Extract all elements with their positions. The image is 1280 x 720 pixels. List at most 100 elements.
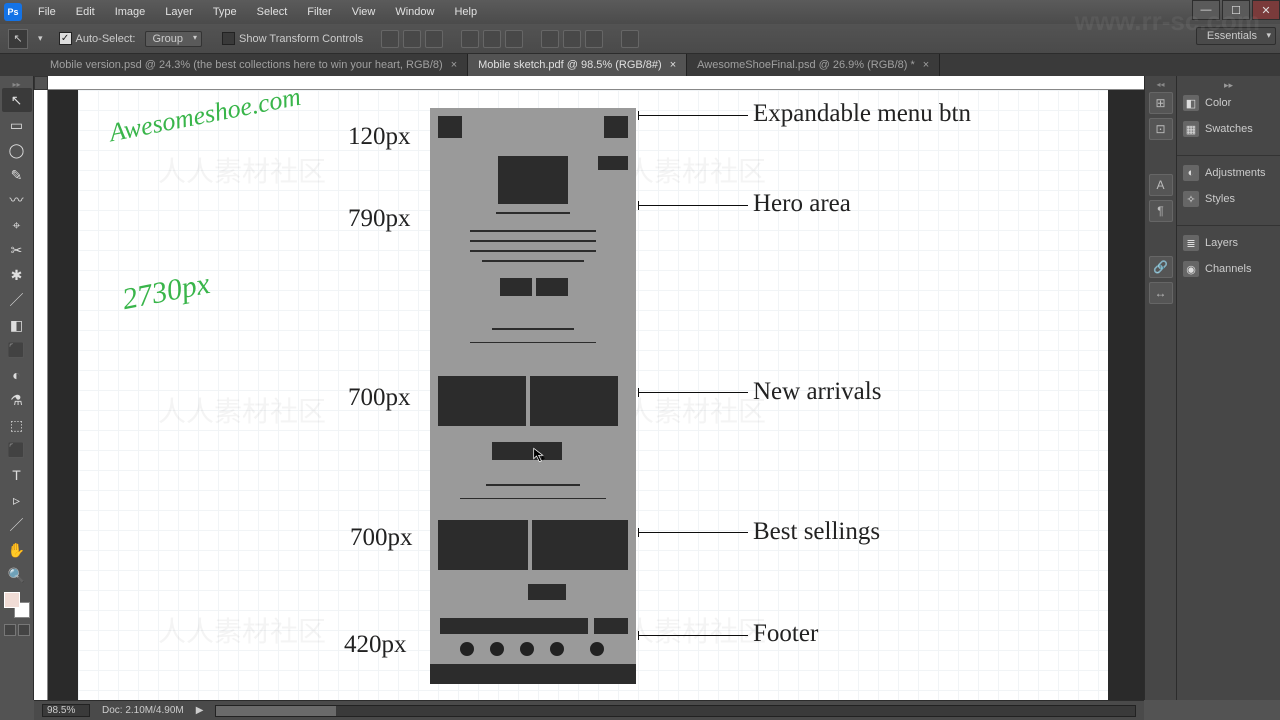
align-left-icon[interactable]	[381, 30, 399, 48]
stamp-tool[interactable]: ／	[2, 288, 32, 312]
type-tool[interactable]: T	[2, 463, 32, 487]
wireframe-menu-btn	[604, 116, 628, 138]
ruler-corner[interactable]	[34, 76, 48, 90]
align-right-icon[interactable]	[425, 30, 443, 48]
menu-edit[interactable]: Edit	[66, 0, 105, 24]
dock-collapse-icon[interactable]: ◂◂	[1145, 80, 1176, 88]
panels-collapse-icon[interactable]: ▸▸	[1177, 80, 1280, 90]
healing-tool[interactable]: ✂	[2, 238, 32, 262]
document-tab[interactable]: Mobile sketch.pdf @ 98.5% (RGB/8#) ×	[468, 54, 687, 76]
menu-select[interactable]: Select	[247, 0, 298, 24]
foreground-color[interactable]	[4, 592, 20, 608]
label-hero: Hero area	[753, 190, 851, 218]
close-icon[interactable]: ×	[670, 59, 676, 71]
pen-tool[interactable]: ⬛	[2, 438, 32, 462]
panel-styles[interactable]: ✧Styles	[1177, 186, 1280, 212]
shape-tool[interactable]: ／	[2, 513, 32, 537]
distribute-h-icon[interactable]	[541, 30, 559, 48]
menu-image[interactable]: Image	[105, 0, 156, 24]
wireframe-line	[496, 212, 570, 214]
panel-channels[interactable]: ◉Channels	[1177, 256, 1280, 282]
eraser-tool[interactable]: ⬛	[2, 338, 32, 362]
link-panel-icon[interactable]: 🔗	[1149, 256, 1173, 278]
gradient-tool[interactable]: ◐	[2, 363, 32, 387]
wireframe-arrival-1	[438, 376, 526, 426]
align-center-h-icon[interactable]	[403, 30, 421, 48]
ruler-horizontal[interactable]	[48, 76, 1144, 90]
crop-tool[interactable]: 〰	[2, 188, 32, 212]
arrange-group	[621, 30, 639, 48]
artboard[interactable]: 人人素材社区 人人素材社区 人人素材社区 人人素材社区 人人素材社区 人人素材社…	[78, 90, 1108, 700]
auto-select-checkbox[interactable]: ✓	[59, 32, 72, 45]
history-panel-icon[interactable]: ⊞	[1149, 92, 1173, 114]
wireframe-arrival-btn	[492, 442, 562, 460]
zoom-tool[interactable]: 🔍	[2, 563, 32, 587]
transform-panel-icon[interactable]: ↔	[1149, 282, 1173, 304]
horizontal-scrollbar[interactable]	[215, 705, 1136, 717]
wireframe-social-icon	[460, 642, 474, 656]
menu-view[interactable]: View	[342, 0, 386, 24]
close-icon[interactable]: ×	[923, 59, 929, 71]
close-icon[interactable]: ×	[451, 59, 457, 71]
wireframe-bestsell-2	[532, 520, 628, 570]
ruler-vertical[interactable]	[34, 90, 48, 700]
brush-tool[interactable]: ✱	[2, 263, 32, 287]
panel-adjustments[interactable]: ◐Adjustments	[1177, 160, 1280, 186]
wireframe-footer-bar2	[594, 618, 628, 634]
move-tool[interactable]: ↖	[2, 88, 32, 112]
menu-layer[interactable]: Layer	[155, 0, 203, 24]
distribute-v-icon[interactable]	[563, 30, 581, 48]
quickmask-icon[interactable]	[4, 624, 16, 636]
align-top-icon[interactable]	[461, 30, 479, 48]
scroll-thumb[interactable]	[216, 706, 336, 716]
toolbox-collapse-icon[interactable]: ▸▸	[0, 80, 33, 88]
lasso-tool[interactable]: ◯	[2, 138, 32, 162]
label-best-sellings: Best sellings	[753, 518, 880, 546]
toolbox: ▸▸ ↖ ▭ ◯ ✎ 〰 ⌖ ✂ ✱ ／ ◧ ⬛ ◐ ⚗ ⬚ ⬛ T ▹ ／ ✋…	[0, 76, 34, 700]
hand-tool[interactable]: ✋	[2, 538, 32, 562]
history-brush-tool[interactable]: ◧	[2, 313, 32, 337]
auto-select-mode-dropdown[interactable]: Group	[145, 31, 202, 47]
align-center-v-icon[interactable]	[483, 30, 501, 48]
canvas-area[interactable]: 人人素材社区 人人素材社区 人人素材社区 人人素材社区 人人素材社区 人人素材社…	[34, 76, 1144, 700]
dodge-tool[interactable]: ⬚	[2, 413, 32, 437]
path-select-tool[interactable]: ▹	[2, 488, 32, 512]
menu-window[interactable]: Window	[385, 0, 444, 24]
menu-help[interactable]: Help	[444, 0, 487, 24]
panel-color[interactable]: ◧Color	[1177, 90, 1280, 116]
label-menu: Expandable menu btn	[753, 100, 971, 128]
active-tool-indicator[interactable]: ↖	[8, 29, 28, 49]
zoom-field[interactable]: 98.5%	[42, 704, 90, 717]
menu-file[interactable]: File	[28, 0, 66, 24]
panel-layers[interactable]: ≣Layers	[1177, 230, 1280, 256]
eyedropper-tool[interactable]: ⌖	[2, 213, 32, 237]
properties-panel-icon[interactable]: ⊡	[1149, 118, 1173, 140]
measure-120: 120px	[348, 123, 411, 151]
panel-swatches[interactable]: ▦Swatches	[1177, 116, 1280, 142]
screenmode-icon[interactable]	[18, 624, 30, 636]
distribute-spacing-icon[interactable]	[585, 30, 603, 48]
wireframe-line	[482, 260, 584, 262]
arrange-icon[interactable]	[621, 30, 639, 48]
paragraph-panel-icon[interactable]: ¶	[1149, 200, 1173, 222]
magic-wand-tool[interactable]: ✎	[2, 163, 32, 187]
show-transform-checkbox[interactable]	[222, 32, 235, 45]
workspace-selector[interactable]: Essentials	[1196, 27, 1276, 45]
color-swatches[interactable]	[4, 592, 30, 618]
window-maximize-button[interactable]: ☐	[1222, 0, 1250, 20]
character-panel-icon[interactable]: A	[1149, 174, 1173, 196]
document-tab[interactable]: AwesomeShoeFinal.psd @ 26.9% (RGB/8) * ×	[687, 54, 940, 76]
window-close-button[interactable]: ✕	[1252, 0, 1280, 20]
blur-tool[interactable]: ⚗	[2, 388, 32, 412]
align-bottom-icon[interactable]	[505, 30, 523, 48]
status-bar: 98.5% Doc: 2.10M/4.90M ▶	[34, 700, 1144, 720]
document-tab-label: Mobile sketch.pdf @ 98.5% (RGB/8#)	[478, 59, 662, 71]
menu-filter[interactable]: Filter	[297, 0, 341, 24]
window-minimize-button[interactable]: —	[1192, 0, 1220, 20]
marquee-tool[interactable]: ▭	[2, 113, 32, 137]
document-tab[interactable]: Mobile version.psd @ 24.3% (the best col…	[40, 54, 468, 76]
status-arrow-icon[interactable]: ▶	[196, 705, 204, 716]
menu-type[interactable]: Type	[203, 0, 247, 24]
wireframe-social-icon	[550, 642, 564, 656]
panel-label: Adjustments	[1205, 167, 1266, 179]
